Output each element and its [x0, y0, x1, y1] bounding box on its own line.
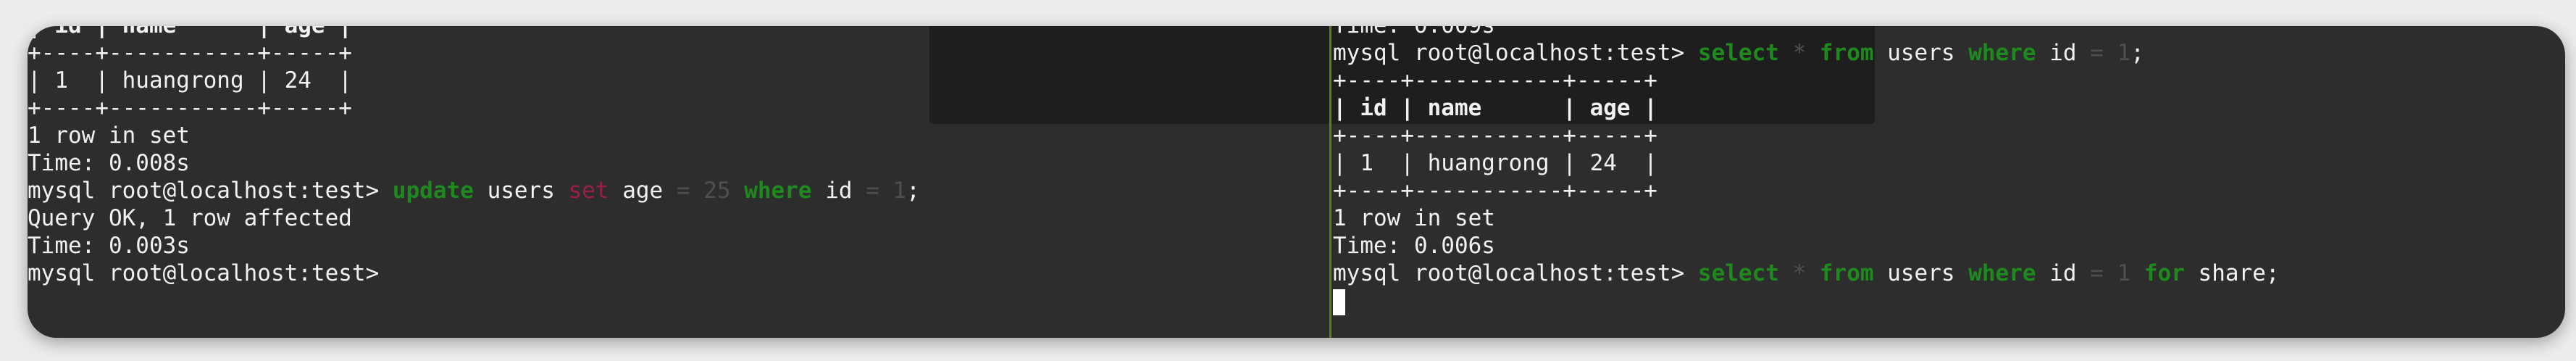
timing-text-partial: Time: 0.009s	[1333, 26, 2565, 39]
sql-value: 1	[2103, 260, 2144, 286]
query-result-text: Query OK, 1 row affected	[28, 205, 352, 231]
prompt: mysql root@localhost:test>	[28, 178, 393, 204]
table-border: +----+-----------+-----+	[1333, 178, 1657, 204]
command-line-select-share: mysql root@localhost:test> select * from…	[1333, 260, 2565, 287]
rows-in-set-text: 1 row in set	[1333, 205, 1495, 231]
table-header: | id | name | age |	[1333, 95, 1657, 121]
sql-table: users	[473, 178, 569, 204]
sql-column: id	[2036, 40, 2091, 66]
sql-keyword: update	[392, 178, 474, 204]
sql-operator: =	[866, 178, 879, 204]
table-border: +----+-----------+-----+	[28, 40, 352, 66]
table-border: +----+-----------+-----+	[28, 95, 352, 121]
sql-terminator: ;	[906, 178, 920, 204]
sql-keyword: for	[2144, 260, 2185, 286]
command-line-select: mysql root@localhost:test> select * from…	[1333, 39, 2565, 67]
sql-table: users	[1873, 40, 1969, 66]
timing-text: Time: 0.008s	[28, 150, 190, 176]
sql-operator: =	[2090, 260, 2104, 286]
sql-keyword: where	[744, 178, 812, 204]
timing-text: Time: 0.006s	[1333, 233, 1495, 259]
rows-in-set-text: 1 row in set	[28, 123, 190, 149]
terminal-window: | id | name | age | +----+-----------+--…	[28, 26, 2565, 338]
table-row: | 1 | huangrong | 24 |	[28, 67, 352, 94]
terminal-pane-right[interactable]: Time: 0.009s mysql root@localhost:test> …	[1333, 26, 2565, 338]
sql-column: age	[609, 178, 677, 204]
sql-keyword: select	[1697, 260, 1779, 286]
sql-star: *	[1778, 260, 1820, 286]
sql-star: *	[1778, 40, 1820, 66]
text-cursor	[1333, 289, 1345, 315]
sql-keyword: from	[1819, 260, 1874, 286]
sql-value: 25	[690, 178, 745, 204]
timing-text: Time: 0.003s	[28, 233, 190, 259]
table-border: +----+-----------+-----+	[1333, 123, 1657, 149]
sql-keyword: where	[1968, 260, 2036, 286]
sql-keyword: where	[1968, 40, 2036, 66]
sql-operator: =	[676, 178, 690, 204]
sql-column: id	[2036, 260, 2091, 286]
sql-keyword: set	[568, 178, 609, 204]
sql-keyword: from	[1819, 40, 1874, 66]
prompt: mysql root@localhost:test>	[1333, 40, 1698, 66]
sql-terminator: ;	[2130, 40, 2144, 66]
pane-divider[interactable]	[1329, 26, 1331, 338]
prompt: mysql root@localhost:test>	[1333, 260, 1698, 286]
command-line-active[interactable]: mysql root@localhost:test>	[28, 260, 1328, 287]
table-header-partial: | id | name | age |	[28, 26, 1328, 39]
terminal-pane-left[interactable]: | id | name | age | +----+-----------+--…	[28, 26, 1328, 338]
sql-value: 1	[879, 178, 907, 204]
sql-keyword: select	[1697, 40, 1779, 66]
command-line-update: mysql root@localhost:test> update users …	[28, 177, 1328, 204]
sql-value: 1	[2103, 40, 2131, 66]
sql-rest: share;	[2184, 260, 2280, 286]
sql-table: users	[1873, 260, 1969, 286]
table-row: | 1 | huangrong | 24 |	[1333, 150, 1657, 176]
sql-operator: =	[2090, 40, 2104, 66]
table-border: +----+-----------+-----+	[1333, 67, 1657, 94]
sql-column: id	[811, 178, 866, 204]
command-line-active[interactable]	[1333, 287, 2565, 315]
